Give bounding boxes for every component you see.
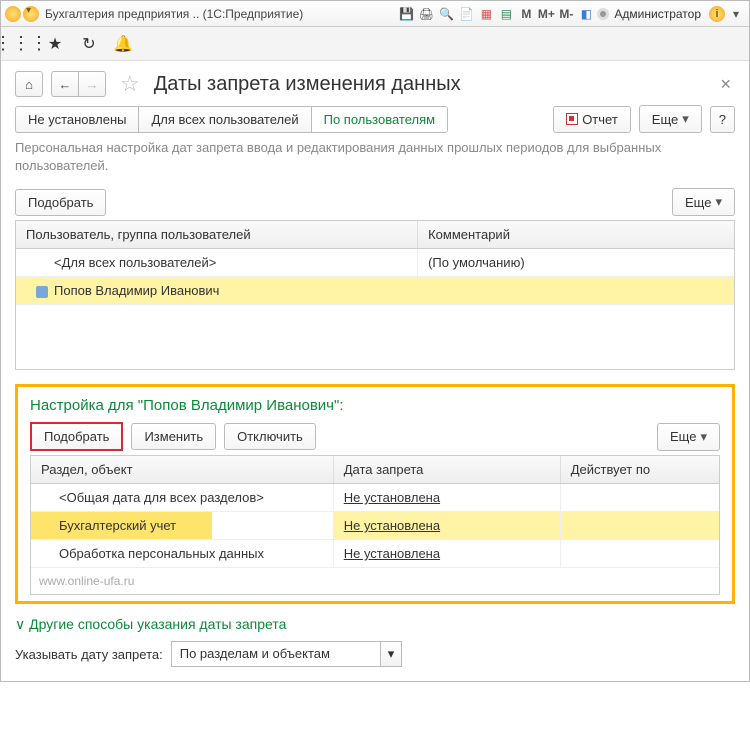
table-row[interactable]: Обработка персональных данных Не установ… (31, 540, 719, 568)
detail-title: Настройка для "Попов Владимир Иванович": (30, 397, 720, 414)
more-button[interactable]: Еще (639, 105, 702, 133)
back-button[interactable]: ← (51, 71, 79, 97)
admin-label[interactable]: Администратор (614, 7, 701, 21)
users-table: Пользователь, группа пользователей Комме… (15, 220, 735, 370)
report-button-label: Отчет (582, 112, 618, 127)
user-icon (597, 8, 609, 20)
help-button[interactable]: ? (710, 106, 735, 133)
table-row[interactable]: Бухгалтерский учет Не установлена (31, 512, 719, 540)
users-toolbar: Подобрать Еще (15, 188, 735, 216)
titlebar-dropdown-icon[interactable]: ▾ (727, 5, 745, 23)
table-row[interactable]: <Для всех пользователей> (По умолчанию) (16, 249, 734, 277)
m-plus-icon[interactable]: M+ (537, 5, 555, 23)
until-cell (561, 512, 719, 539)
date-mode-row: Указывать дату запрета: По разделам и об… (15, 641, 735, 667)
users-col-user: Пользователь, группа пользователей (16, 221, 418, 248)
users-more-button[interactable]: Еще (672, 188, 735, 216)
date-mode-label: Указывать дату запрета: (15, 647, 163, 662)
detail-disable-button[interactable]: Отключить (224, 423, 316, 450)
tab-not-set[interactable]: Не установлены (16, 107, 139, 132)
section-cell: Обработка персональных данных (31, 540, 334, 567)
print2-icon[interactable]: 📄 (457, 5, 475, 23)
history-icon[interactable]: ↻ (79, 34, 99, 54)
save-icon[interactable]: 💾 (397, 5, 415, 23)
titlebar: Бухгалтерия предприятия .. (1С:Предприят… (1, 1, 749, 27)
m-minus-icon[interactable]: M- (557, 5, 575, 23)
highlight-box: Подобрать (30, 422, 123, 451)
tab-by-users[interactable]: По пользователям (312, 107, 447, 132)
until-cell (561, 540, 719, 567)
report-icon (566, 113, 578, 125)
app-menu-icon[interactable] (23, 6, 39, 22)
detail-col-date: Дата запрета (334, 456, 561, 483)
other-ways-expander[interactable]: Другие способы указания даты запрета (15, 616, 735, 633)
date-mode-select[interactable]: По разделам и объектам ▾ (171, 641, 403, 667)
date-cell[interactable]: Не установлена (334, 512, 561, 539)
detail-section: Настройка для "Попов Владимир Иванович":… (15, 384, 735, 604)
mode-tabs: Не установлены Для всех пользователей По… (15, 106, 448, 133)
print-icon[interactable]: 🖨 (417, 5, 435, 23)
detail-toolbar: Подобрать Изменить Отключить Еще (30, 422, 720, 451)
m-icon[interactable]: M (517, 5, 535, 23)
detail-edit-button[interactable]: Изменить (131, 423, 216, 450)
panels-icon[interactable]: ◧ (577, 5, 595, 23)
close-icon[interactable]: × (716, 74, 735, 95)
home-button[interactable]: ⌂ (15, 71, 43, 97)
watermark: www.online-ufa.ru (31, 568, 719, 594)
comment-cell (418, 277, 734, 304)
detail-col-until: Действует по (561, 456, 719, 483)
detail-more-button[interactable]: Еще (657, 423, 720, 451)
page-title: Даты запрета изменения данных (154, 73, 461, 96)
favorite-icon[interactable]: ☆ (120, 71, 140, 97)
star-icon[interactable]: ★ (45, 34, 65, 54)
calc-icon[interactable]: ▤ (497, 5, 515, 23)
report-button[interactable]: Отчет (553, 106, 631, 133)
user-cell: <Для всех пользователей> (16, 249, 418, 276)
app-logo-icon (5, 6, 21, 22)
forward-button[interactable]: → (78, 71, 106, 97)
section-cell: Бухгалтерский учет (31, 512, 334, 539)
chevron-down-icon[interactable]: ▾ (381, 641, 403, 667)
comment-cell: (По умолчанию) (418, 249, 734, 276)
apps-icon[interactable]: ⋮⋮⋮ (11, 34, 31, 54)
date-mode-value: По разделам и объектам (171, 641, 381, 667)
preview-icon[interactable]: 🔍 (437, 5, 455, 23)
detail-col-section: Раздел, объект (31, 456, 334, 483)
main-toolbar: ⋮⋮⋮ ★ ↻ 🔔 (1, 27, 749, 61)
bell-icon[interactable]: 🔔 (113, 34, 133, 54)
user-cell: Попов Владимир Иванович (16, 277, 418, 304)
detail-pick-button[interactable]: Подобрать (32, 424, 121, 449)
table-row[interactable]: Попов Владимир Иванович (16, 277, 734, 305)
users-col-comment: Комментарий (418, 221, 734, 248)
user-name: Попов Владимир Иванович (54, 283, 219, 298)
detail-table: Раздел, объект Дата запрета Действует по… (30, 455, 720, 595)
person-icon (36, 286, 48, 298)
page-description: Персональная настройка дат запрета ввода… (15, 139, 735, 174)
date-cell[interactable]: Не установлена (334, 540, 561, 567)
section-cell: <Общая дата для всех разделов> (31, 484, 334, 511)
info-icon[interactable]: i (709, 6, 725, 22)
mode-toolbar: Не установлены Для всех пользователей По… (15, 105, 735, 133)
date-cell[interactable]: Не установлена (334, 484, 561, 511)
calendar-icon[interactable]: ▦ (477, 5, 495, 23)
pick-user-button[interactable]: Подобрать (15, 189, 106, 216)
table-row[interactable]: <Общая дата для всех разделов> Не устано… (31, 484, 719, 512)
tab-all-users[interactable]: Для всех пользователей (139, 107, 311, 132)
page-header: ⌂ ← → ☆ Даты запрета изменения данных × (15, 71, 735, 97)
until-cell (561, 484, 719, 511)
app-title: Бухгалтерия предприятия .. (1С:Предприят… (45, 7, 303, 21)
